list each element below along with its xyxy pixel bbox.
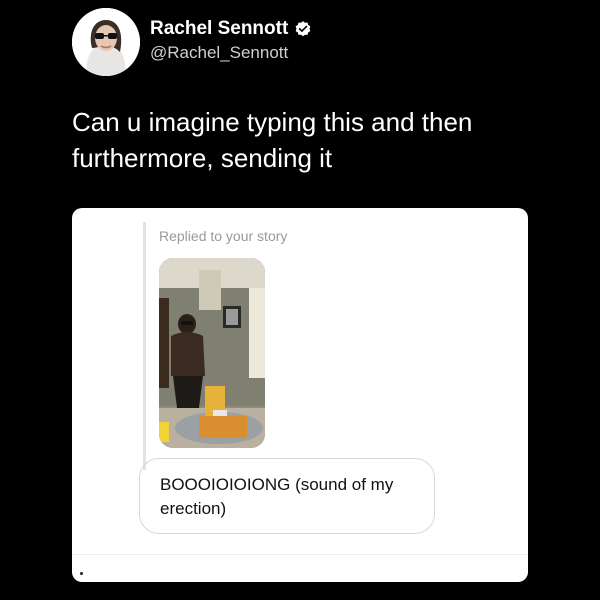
message-bubble: BOOOIOIOIONG (sound of my erection) — [139, 458, 435, 534]
user-handle[interactable]: @Rachel_Sennott — [150, 43, 288, 63]
tweet: Rachel Sennott @Rachel_Sennott Can u ima… — [0, 0, 600, 600]
reply-indicator-line — [143, 222, 146, 470]
avatar[interactable] — [72, 8, 140, 76]
story-thumbnail[interactable] — [159, 258, 265, 448]
story-image — [159, 258, 265, 448]
avatar-image — [72, 8, 140, 76]
reply-label: Replied to your story — [159, 228, 288, 244]
display-name-text: Rachel Sennott — [150, 18, 289, 39]
divider — [72, 554, 528, 555]
dot — [80, 572, 83, 575]
verified-badge-icon — [294, 20, 312, 38]
tweet-media[interactable]: Replied to your story BOOOIOIOIONG (soun… — [72, 208, 528, 582]
tweet-text: Can u imagine typing this and then furth… — [72, 107, 473, 173]
display-name[interactable]: Rachel Sennott — [150, 18, 312, 40]
